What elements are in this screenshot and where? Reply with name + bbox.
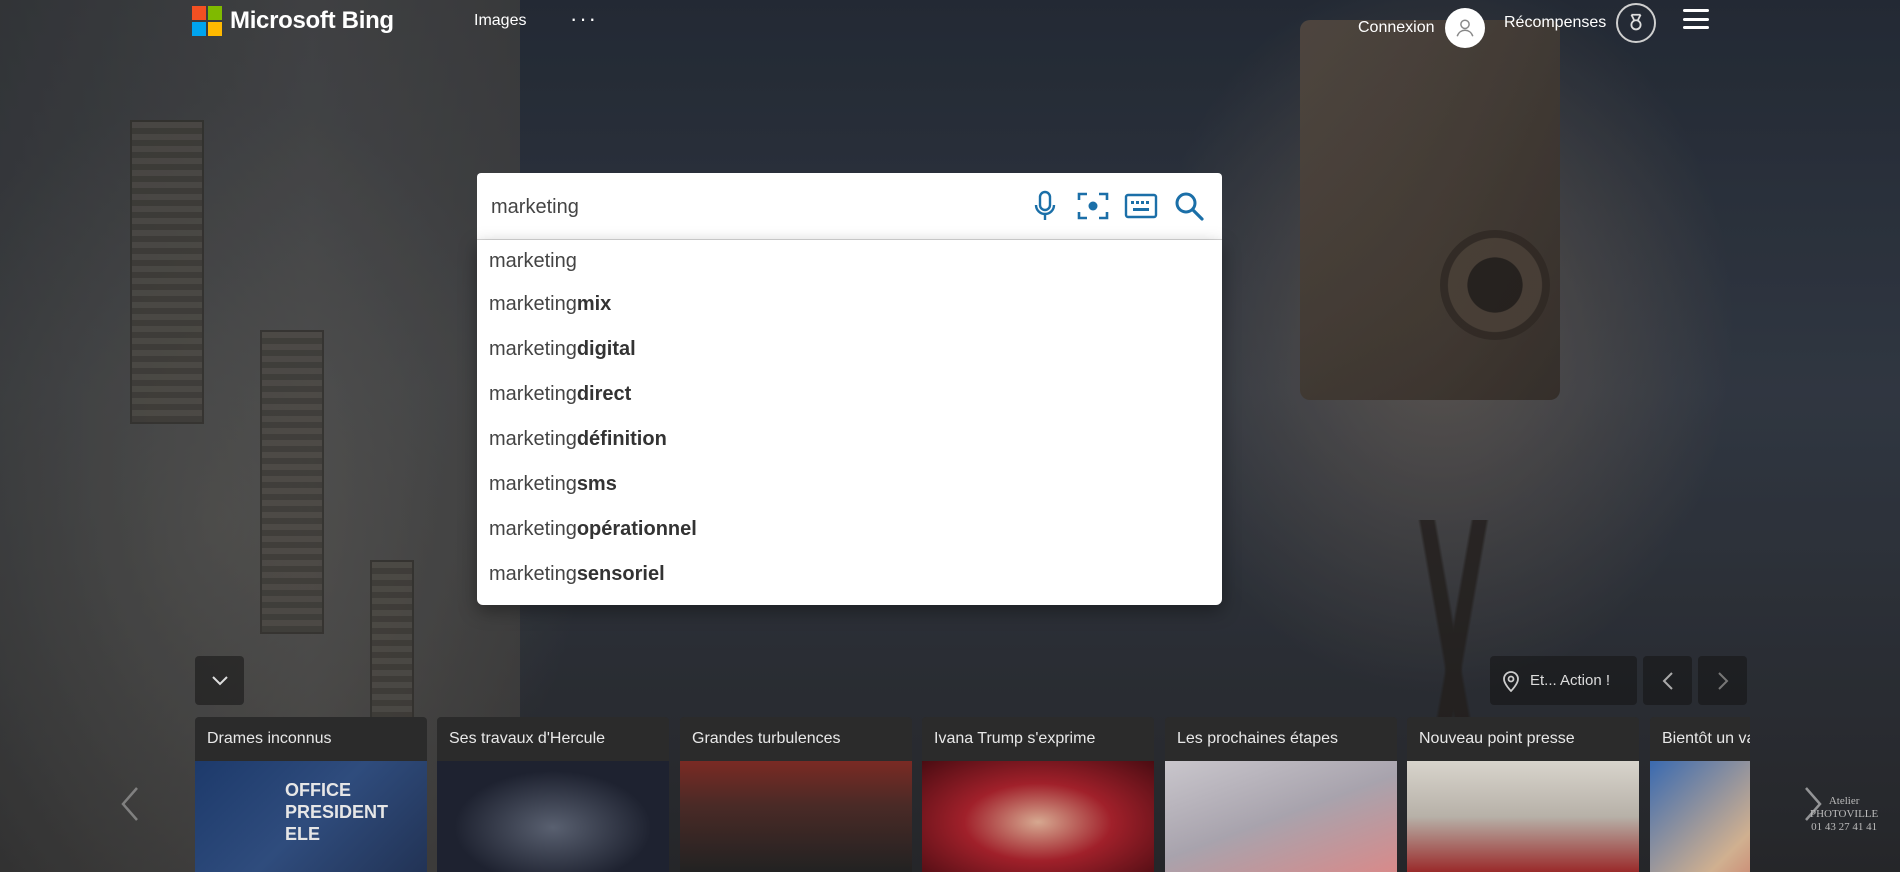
visual-search-icon[interactable] bbox=[1076, 187, 1110, 225]
location-pin-icon bbox=[1503, 670, 1519, 692]
suggestion-item[interactable]: marketing définition bbox=[477, 417, 1222, 462]
photo-watermark: Atelier PHOTOVILLE 01 43 27 41 41 bbox=[1810, 795, 1879, 833]
suggestion-item[interactable]: marketing direct bbox=[477, 372, 1222, 417]
location-label: Et... Action ! bbox=[1530, 672, 1611, 689]
news-card[interactable]: Ivana Trump s'exprime bbox=[922, 717, 1154, 872]
chevron-right-icon bbox=[1717, 671, 1728, 690]
news-card[interactable]: Les prochaines étapes bbox=[1165, 717, 1397, 872]
news-card[interactable]: Drames inconnus OFFICE PRESIDENT ELE bbox=[195, 717, 427, 872]
suggestion-item[interactable]: marketing sms bbox=[477, 462, 1222, 507]
rewards-icon bbox=[1616, 3, 1657, 43]
news-card[interactable]: Bientôt un va bbox=[1650, 717, 1750, 872]
rewards-label: Récompenses bbox=[1504, 14, 1607, 31]
search-box bbox=[477, 173, 1222, 240]
news-card-thumbnail: OFFICE PRESIDENT ELE bbox=[195, 761, 427, 872]
top-bar: Microsoft Bing Images ··· Connexion Réco… bbox=[0, 0, 1900, 48]
signin-label: Connexion bbox=[1358, 19, 1435, 36]
news-card[interactable]: Ses travaux d'Hercule bbox=[437, 717, 669, 872]
chevron-left-icon bbox=[1662, 671, 1673, 690]
news-card-title: Les prochaines étapes bbox=[1177, 730, 1338, 747]
news-card-title: Ses travaux d'Hercule bbox=[449, 730, 606, 747]
news-card-title: Ivana Trump s'exprime bbox=[934, 730, 1096, 747]
bing-logo[interactable]: Microsoft Bing bbox=[192, 6, 394, 36]
more-menu-button[interactable]: ··· bbox=[570, 6, 598, 32]
next-image-button[interactable] bbox=[1698, 656, 1747, 705]
microsoft-logo-icon bbox=[192, 6, 222, 36]
news-card-thumbnail bbox=[1407, 761, 1639, 872]
news-card-thumbnail bbox=[1650, 761, 1750, 872]
logo-text: Microsoft Bing bbox=[230, 7, 394, 34]
collapse-feed-button[interactable] bbox=[195, 656, 244, 705]
chevron-down-icon bbox=[211, 675, 228, 685]
news-card-thumbnail bbox=[437, 761, 669, 872]
signin-button[interactable]: Connexion bbox=[1358, 8, 1485, 48]
news-card-title: Bientôt un va bbox=[1662, 730, 1750, 747]
news-card-title: Grandes turbulences bbox=[692, 730, 841, 747]
news-card[interactable]: Nouveau point presse bbox=[1407, 717, 1639, 872]
previous-image-button[interactable] bbox=[1643, 656, 1692, 705]
suggestion-item[interactable]: marketing opérationnel bbox=[477, 507, 1222, 552]
news-card[interactable]: Grandes turbulences bbox=[680, 717, 912, 872]
suggestions-list: marketing marketing mix marketing digita… bbox=[477, 240, 1222, 605]
feed-prev-arrow[interactable] bbox=[120, 786, 140, 827]
suggestion-item[interactable]: marketing sensoriel bbox=[477, 552, 1222, 597]
hamburger-icon[interactable] bbox=[1683, 9, 1709, 29]
nav-images-link[interactable]: Images bbox=[474, 12, 526, 30]
news-card-title: Nouveau point presse bbox=[1419, 730, 1575, 747]
keyboard-icon[interactable] bbox=[1124, 187, 1158, 225]
news-card-thumbnail bbox=[1165, 761, 1397, 872]
rewards-button[interactable]: Récompenses bbox=[1504, 3, 1657, 43]
news-card-thumbnail bbox=[922, 761, 1154, 872]
chevron-left-icon bbox=[121, 787, 138, 821]
suggestion-item[interactable]: marketing mix bbox=[477, 282, 1222, 327]
news-card-title: Drames inconnus bbox=[207, 730, 332, 747]
news-card-thumbnail bbox=[680, 761, 912, 872]
image-info-button[interactable]: Et... Action ! bbox=[1490, 656, 1637, 705]
suggestion-item[interactable]: marketing digital bbox=[477, 327, 1222, 372]
search-input[interactable] bbox=[489, 189, 1033, 225]
microphone-icon[interactable] bbox=[1028, 187, 1062, 225]
news-carousel: Drames inconnus OFFICE PRESIDENT ELE Ses… bbox=[195, 717, 1750, 872]
user-icon bbox=[1444, 8, 1485, 48]
suggestion-item[interactable]: marketing bbox=[477, 240, 1222, 282]
search-icon[interactable] bbox=[1172, 187, 1206, 225]
